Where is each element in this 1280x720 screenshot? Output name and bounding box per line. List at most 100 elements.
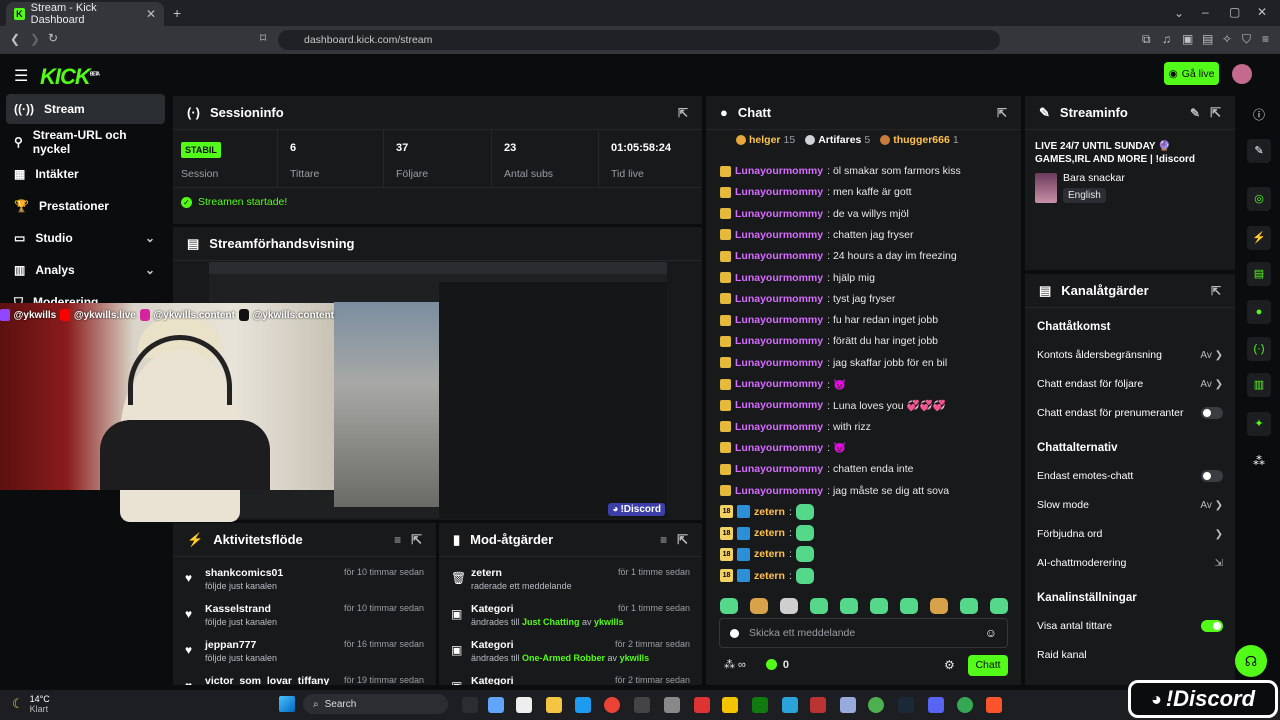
chat-username[interactable]: Lunayourmommy (735, 463, 823, 475)
emote-icon[interactable] (810, 598, 828, 614)
avatar[interactable] (1232, 64, 1252, 84)
app-icon[interactable] (664, 697, 680, 713)
wrench-icon[interactable]: ✦ (1247, 412, 1271, 436)
chat-username[interactable]: zetern (754, 527, 785, 539)
emote-icon[interactable] (750, 598, 768, 614)
filter-icon[interactable]: ≡ (394, 533, 401, 547)
sidebar-toggle-icon[interactable]: ▣ (1182, 33, 1193, 45)
bookmark-icon[interactable]: ⌑ (260, 32, 266, 44)
extensions-icon[interactable]: ⧉ (1142, 33, 1151, 45)
community-icon[interactable]: ⁂ ∞ (724, 658, 746, 671)
camera-icon[interactable]: ◎ (1247, 187, 1271, 211)
task-view-icon[interactable] (462, 697, 478, 713)
new-tab-button[interactable]: + (173, 6, 181, 20)
emote-icon[interactable] (990, 598, 1008, 614)
category-name[interactable]: Bara snackar (1063, 172, 1125, 184)
chat-username[interactable]: zetern (754, 570, 785, 582)
sidebar-item-achievements[interactable]: 🏆 Prestationer (6, 191, 165, 221)
chat-username[interactable]: Lunayourmommy (735, 485, 823, 497)
chat-username[interactable]: zetern (754, 548, 785, 560)
chat-username[interactable]: Lunayourmommy (735, 399, 823, 411)
emote-icon[interactable] (870, 598, 888, 614)
popout-icon[interactable]: ⇱ (997, 106, 1007, 120)
app-icon[interactable] (634, 697, 650, 713)
followers-only-option[interactable]: Chatt endast för följare Av ❯ (1025, 370, 1235, 398)
forward-icon[interactable]: ❯ (30, 33, 40, 45)
banned-words-option[interactable]: Förbjudna ord ❯ (1025, 520, 1235, 548)
chat-settings-gear-icon[interactable]: ⚙ (944, 658, 955, 672)
url-field[interactable]: dashboard.kick.com/stream (278, 30, 1000, 50)
maximize-icon[interactable]: ▢ (1229, 6, 1240, 18)
app-icon[interactable] (840, 697, 856, 713)
emoji-icon[interactable]: ☺ (985, 626, 997, 640)
widgets-icon[interactable] (488, 697, 504, 713)
lightning-icon[interactable]: ⚡ (1247, 226, 1271, 250)
chat-username[interactable]: Lunayourmommy (735, 293, 823, 305)
close-tab-icon[interactable]: ✕ (146, 8, 156, 20)
emote-icon[interactable] (930, 598, 948, 614)
chat-username[interactable]: Lunayourmommy (735, 272, 823, 284)
help-button[interactable]: ☊ (1235, 645, 1267, 677)
edit-icon[interactable]: ✎ (1190, 106, 1200, 120)
popout-icon[interactable]: ⇱ (1210, 105, 1221, 121)
rockstar-icon[interactable] (722, 697, 738, 713)
user-link[interactable]: ykwills (594, 617, 624, 627)
app-icon[interactable] (782, 697, 798, 713)
xbox-icon[interactable] (752, 697, 768, 713)
app-icon[interactable] (868, 697, 884, 713)
top-chatter[interactable]: helger 15 (736, 134, 795, 146)
slow-mode-option[interactable]: Slow mode Av ❯ (1025, 491, 1235, 519)
sidebar-item-revenue[interactable]: ▦ Intäkter (6, 159, 165, 189)
ai-moderation-option[interactable]: AI-chattmoderering ⇲ (1025, 549, 1235, 577)
top-chatter[interactable]: Artifares 5 (805, 134, 870, 146)
app-icon[interactable] (810, 697, 826, 713)
sidebar-item-stream[interactable]: ((·)) Stream (6, 94, 165, 124)
browser-tab[interactable]: K Stream - Kick Dashboard ✕ (6, 2, 164, 26)
chat-username[interactable]: zetern (754, 506, 785, 518)
popout-icon[interactable]: ⇱ (678, 106, 688, 120)
go-live-button[interactable]: ◉ Gå live (1164, 62, 1219, 85)
chat-username[interactable]: Lunayourmommy (735, 421, 823, 433)
chat-username[interactable]: Lunayourmommy (735, 357, 823, 369)
file-explorer-icon[interactable] (546, 697, 562, 713)
age-restriction-option[interactable]: Kontots åldersbegränsning Av ❯ (1025, 341, 1235, 369)
taskbar-search[interactable]: ⌕ Search (303, 694, 448, 714)
notepad-icon[interactable] (516, 697, 532, 713)
popout-icon[interactable]: ⇱ (411, 532, 422, 548)
discord-icon[interactable] (928, 697, 944, 713)
send-chat-button[interactable]: Chatt (968, 655, 1008, 676)
emote-icon[interactable] (960, 598, 978, 614)
clipboard-icon[interactable]: ▤ (1247, 262, 1271, 286)
hamburger-icon[interactable]: ☰ (14, 66, 28, 86)
store-icon[interactable] (575, 697, 591, 713)
chrome-icon[interactable] (604, 697, 620, 713)
show-viewers-toggle[interactable] (1201, 620, 1223, 632)
popout-icon[interactable]: ⇱ (1211, 284, 1221, 298)
emote-icon[interactable] (780, 598, 798, 614)
edit-layout-icon[interactable]: ✎ (1247, 139, 1271, 163)
chat-username[interactable]: Lunayourmommy (735, 165, 823, 177)
sidebar-item-studio[interactable]: ▭ Studio ⌄ (6, 223, 165, 253)
brave-icon[interactable] (986, 697, 1002, 713)
filter-icon[interactable]: ≡ (660, 533, 667, 547)
emote-icon[interactable] (900, 598, 918, 614)
chat-username[interactable]: Lunayourmommy (735, 335, 823, 347)
emote-icon[interactable] (720, 598, 738, 614)
chat-bubble-icon[interactable]: ● (1247, 300, 1271, 324)
broadcast-icon[interactable]: (·) (1247, 337, 1271, 361)
close-window-icon[interactable]: ✕ (1257, 6, 1267, 18)
chat-username[interactable]: Lunayourmommy (735, 442, 823, 454)
popout-icon[interactable]: ⇱ (677, 532, 688, 548)
vpn-icon[interactable]: ⛉ (1242, 33, 1251, 45)
wallet-icon[interactable]: ▤ (1202, 33, 1213, 45)
windows-start-icon[interactable] (279, 696, 295, 712)
weather-widget[interactable]: ☾ 14°C Klart (12, 694, 50, 714)
category-link[interactable]: Just Chatting (522, 617, 580, 627)
chat-username[interactable]: Lunayourmommy (735, 314, 823, 326)
chat-username[interactable]: Lunayourmommy (735, 250, 823, 262)
back-icon[interactable]: ❮ (10, 33, 20, 45)
steam-icon[interactable] (898, 697, 914, 713)
chrome-icon[interactable] (957, 697, 973, 713)
sidebar-item-stream-url[interactable]: ⚲ Stream-URL och nyckel (6, 127, 165, 157)
menu-icon[interactable]: ≡ (1262, 33, 1269, 45)
